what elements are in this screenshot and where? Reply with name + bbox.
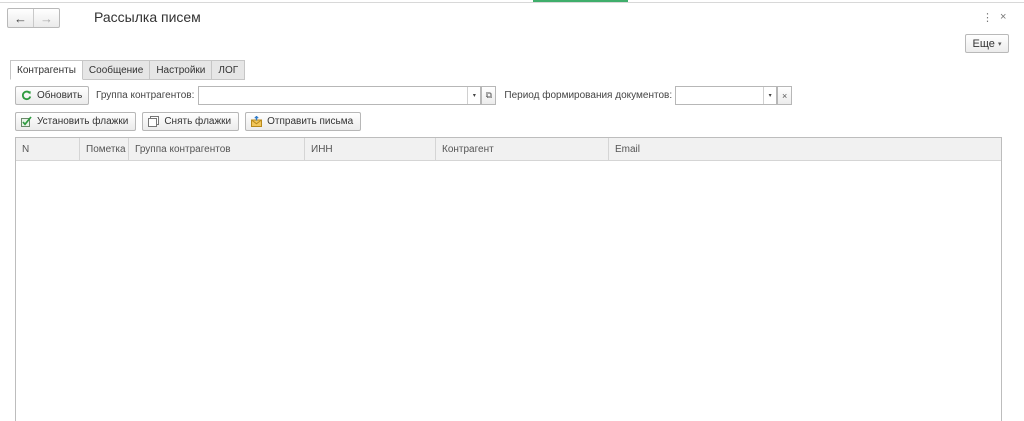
- menu-button[interactable]: ⋮: [982, 11, 993, 24]
- send-emails-button[interactable]: Отправить письма: [245, 112, 362, 131]
- dropdown-arrow-icon: ▾: [768, 93, 772, 99]
- group-open-button[interactable]: ⧉: [481, 86, 497, 105]
- group-label: Группа контрагентов:: [96, 90, 195, 101]
- tab-message[interactable]: Сообщение: [82, 60, 151, 80]
- column-header-mark[interactable]: Пометка: [80, 138, 129, 161]
- column-header-group[interactable]: Группа контрагентов: [129, 138, 305, 161]
- dropdown-arrow-icon: ▾: [472, 93, 476, 99]
- active-window-indicator: [533, 0, 628, 2]
- clear-flags-label: Снять флажки: [164, 116, 232, 127]
- table-header: N Пометка Группа контрагентов ИНН Контра…: [16, 138, 1001, 161]
- tab-settings[interactable]: Настройки: [150, 60, 213, 80]
- group-input[interactable]: [199, 87, 467, 104]
- chevron-down-icon: ▾: [997, 40, 1002, 48]
- column-header-contractor[interactable]: Контрагент: [436, 138, 609, 161]
- more-vertical-icon: ⋮: [982, 12, 993, 24]
- set-flags-button[interactable]: Установить флажки: [15, 112, 137, 131]
- more-button-label: Еще: [972, 37, 995, 50]
- more-button[interactable]: Еще ▾: [965, 34, 1009, 53]
- open-icon: ⧉: [485, 90, 493, 100]
- filter-row: Обновить Группа контрагентов: ▾ ⧉ Период…: [15, 86, 793, 105]
- refresh-icon: [21, 90, 32, 101]
- page-title: Рассылка писем: [94, 9, 201, 25]
- back-button[interactable]: ←: [8, 9, 34, 27]
- arrow-left-icon: ←: [14, 10, 27, 26]
- tab-bar: Контрагенты Сообщение Настройки ЛОГ: [10, 60, 246, 80]
- send-emails-label: Отправить письма: [267, 116, 354, 127]
- column-header-n[interactable]: N: [16, 138, 80, 161]
- actions-row: Установить флажки Снять флажки Отправить…: [15, 112, 362, 131]
- period-dropdown-button[interactable]: ▾: [763, 87, 776, 104]
- period-field[interactable]: ▾: [675, 86, 778, 105]
- refresh-button-label: Обновить: [37, 90, 83, 101]
- set-flags-label: Установить флажки: [37, 116, 129, 127]
- column-header-email[interactable]: Email: [609, 138, 1001, 161]
- clear-flags-button[interactable]: Снять флажки: [142, 112, 240, 131]
- period-input[interactable]: [676, 87, 763, 104]
- forward-button[interactable]: →: [34, 9, 59, 27]
- column-header-inn[interactable]: ИНН: [305, 138, 436, 161]
- refresh-button[interactable]: Обновить: [15, 86, 89, 105]
- arrow-right-icon: →: [40, 10, 53, 26]
- close-button[interactable]: ×: [1000, 11, 1006, 23]
- navigation-buttons: ← →: [7, 8, 60, 28]
- clear-icon: ×: [781, 90, 788, 101]
- group-field[interactable]: ▾: [198, 86, 482, 105]
- checkbox-checked-icon: [21, 116, 32, 127]
- group-dropdown-button[interactable]: ▾: [467, 87, 480, 104]
- close-icon: ×: [1000, 11, 1007, 23]
- tab-contractors[interactable]: Контрагенты: [10, 60, 83, 80]
- envelope-send-icon: [251, 116, 263, 127]
- tab-log[interactable]: ЛОГ: [212, 60, 246, 80]
- contractors-table[interactable]: N Пометка Группа контрагентов ИНН Контра…: [15, 137, 1002, 421]
- table-body: [16, 161, 1001, 421]
- period-clear-button[interactable]: ×: [777, 86, 793, 105]
- checkbox-unchecked-icon: [148, 116, 160, 127]
- top-border: [0, 0, 1024, 3]
- period-label: Период формирования документов:: [504, 90, 673, 101]
